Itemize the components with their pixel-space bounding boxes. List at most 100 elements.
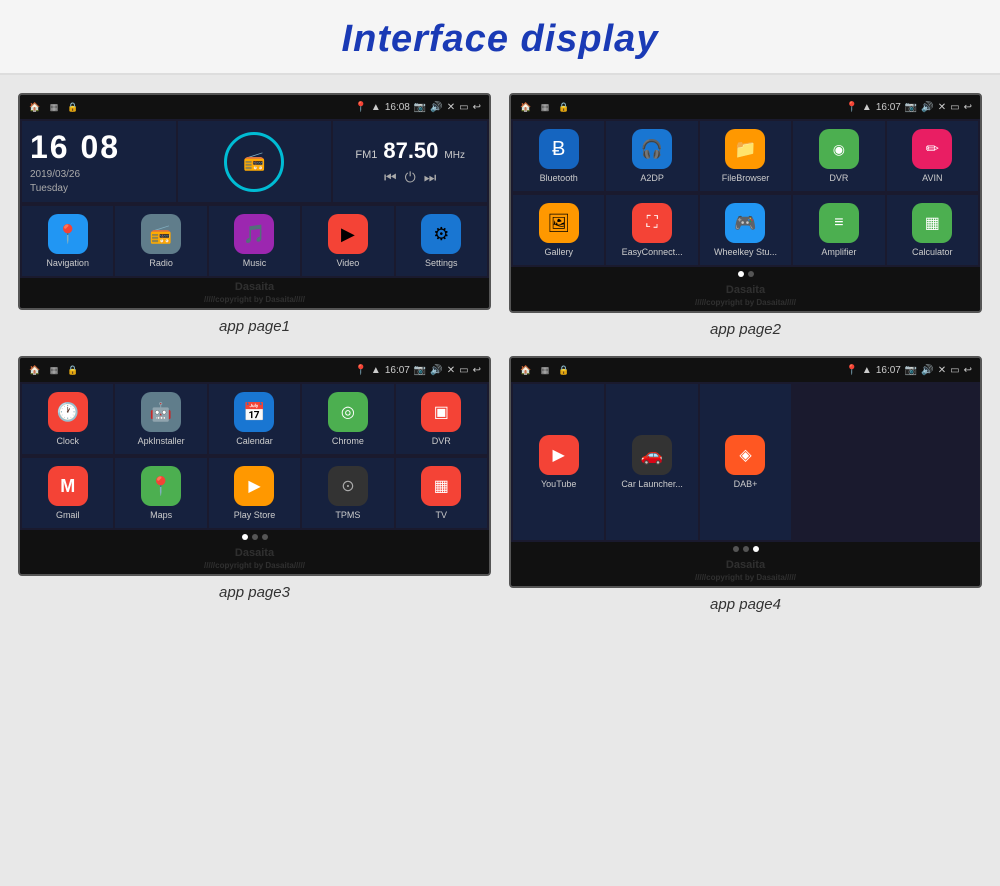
dot-1 [738, 271, 744, 277]
status-bar-1: 🏠 ▦ 🔒 📍 ▲ 16:08 📷 🔊 ✕ ▭ ↩ [20, 95, 489, 119]
volume-icon-4: 🔊 [921, 365, 933, 376]
close-icon: ✕ [447, 102, 455, 113]
app-bluetooth[interactable]: Ƀ Bluetooth [513, 121, 604, 191]
app-gallery[interactable]: 🖼 Gallery [513, 195, 604, 265]
app-chrome[interactable]: ◎ Chrome [302, 384, 393, 454]
dvr-label: DVR [829, 173, 848, 183]
menu-icon-2: ▦ [538, 100, 552, 114]
app-avin[interactable]: ✏ AVIN [887, 121, 978, 191]
android-screen-2: 🏠 ▦ 🔒 📍 ▲ 16:07 📷 🔊 ✕ ▭ ↩ [509, 93, 982, 313]
app-easyconnect[interactable]: ⛶ EasyConnect... [606, 195, 697, 265]
app-radio[interactable]: 📻 Radio [115, 206, 206, 276]
app-calculator[interactable]: ▦ Calculator [887, 195, 978, 265]
android-screen-3: 🏠 ▦ 🔒 📍 ▲ 16:07 📷 🔊 ✕ ▭ ↩ [18, 356, 491, 576]
home-icon[interactable]: 🏠 [28, 100, 42, 114]
app-dab[interactable]: ◈ DAB+ [700, 384, 791, 540]
app-navigation[interactable]: 📍 Navigation [22, 206, 113, 276]
radio-circle: 📻 [224, 132, 284, 192]
app-youtube[interactable]: ▶ YouTube [513, 384, 604, 540]
dot-p3-3 [262, 534, 268, 540]
screen3-label: app page3 [219, 584, 290, 601]
page3-row1: 🕐 Clock 🤖 ApkInstaller 📅 Calendar ◎ [20, 382, 489, 456]
app-wheelkey[interactable]: 🎮 Wheelkey Stu... [700, 195, 791, 265]
radio-icon: 📻 [141, 214, 181, 254]
screen-icon-2: ▭ [950, 102, 959, 113]
app-gmail[interactable]: M Gmail [22, 458, 113, 528]
camera-icon-2: 📷 [905, 102, 917, 113]
chrome-label: Chrome [332, 436, 364, 446]
app-settings[interactable]: ⚙ Settings [396, 206, 487, 276]
app-maps[interactable]: 📍 Maps [115, 458, 206, 528]
apkinstaller-icon: 🤖 [141, 392, 181, 432]
lock-icon-2: 🔒 [557, 100, 571, 114]
location-icon-3: 📍 [354, 365, 366, 376]
status-time: 16:08 [385, 102, 410, 113]
calendar-label: Calendar [236, 436, 273, 446]
app-calendar[interactable]: 📅 Calendar [209, 384, 300, 454]
app-music[interactable]: 🎵 Music [209, 206, 300, 276]
status-bar-4: 🏠 ▦ 🔒 📍 ▲ 16:07 📷 🔊 ✕ ▭ ↩ [511, 358, 980, 382]
status-bar-3: 🏠 ▦ 🔒 📍 ▲ 16:07 📷 🔊 ✕ ▭ ↩ [20, 358, 489, 382]
close-icon-4: ✕ [938, 365, 946, 376]
menu-icon: ▦ [47, 100, 61, 114]
back-icon-4[interactable]: ↩ [964, 365, 972, 376]
prev-prev-button[interactable]: ⏮ [384, 169, 397, 186]
app-carlauncher[interactable]: 🚗 Car Launcher... [606, 384, 697, 540]
fm-info: FM1 87.50 MHz ⏮ ⏻ ⏭ [333, 121, 487, 202]
menu-icon-4: ▦ [538, 363, 552, 377]
app-dvr[interactable]: ◉ DVR [793, 121, 884, 191]
next-next-button[interactable]: ⏭ [424, 169, 437, 186]
tv-label: TV [436, 510, 448, 520]
back-icon-3[interactable]: ↩ [473, 365, 481, 376]
apkinstaller-label: ApkInstaller [138, 436, 185, 446]
status-bar-2: 🏠 ▦ 🔒 📍 ▲ 16:07 📷 🔊 ✕ ▭ ↩ [511, 95, 980, 119]
avin-icon: ✏ [912, 129, 952, 169]
dab-icon: ◈ [725, 435, 765, 475]
video-label: Video [336, 258, 359, 268]
app-video[interactable]: ▶ Video [302, 206, 393, 276]
signal-icon-4: ▲ [862, 365, 872, 376]
app-tv[interactable]: ▦ TV [396, 458, 487, 528]
home-icon-3[interactable]: 🏠 [28, 363, 42, 377]
page2-row2: 🖼 Gallery ⛶ EasyConnect... 🎮 Wheelkey St… [511, 193, 980, 267]
radio-label: Radio [149, 258, 173, 268]
page-title: Interface display [0, 18, 1000, 61]
screen-block-1: 🏠 ▦ 🔒 📍 ▲ 16:08 📷 🔊 ✕ ▭ ↩ [18, 93, 491, 338]
dot-p4-2 [743, 546, 749, 552]
camera-icon-4: 📷 [905, 365, 917, 376]
screen1-content: 16 08 2019/03/26 Tuesday 📻 [20, 119, 489, 308]
back-icon-2[interactable]: ↩ [964, 102, 972, 113]
app-a2dp[interactable]: 🎧 A2DP [606, 121, 697, 191]
current-day: Tuesday [30, 183, 168, 194]
app-playstore[interactable]: ▶ Play Store [209, 458, 300, 528]
tpms-label: TPMS [335, 510, 360, 520]
home-icon-2[interactable]: 🏠 [519, 100, 533, 114]
easyconnect-icon: ⛶ [632, 203, 672, 243]
screen3-content: 🕐 Clock 🤖 ApkInstaller 📅 Calendar ◎ [20, 382, 489, 574]
carlauncher-icon: 🚗 [632, 435, 672, 475]
power-button[interactable]: ⏻ [405, 169, 416, 186]
app-clock[interactable]: 🕐 Clock [22, 384, 113, 454]
page3-row2: M Gmail 📍 Maps ▶ Play Store ⊙ [20, 456, 489, 530]
volume-icon-3: 🔊 [430, 365, 442, 376]
page4-dots [511, 542, 980, 556]
fm-frequency: 87.50 [383, 138, 438, 164]
lock-icon-3: 🔒 [66, 363, 80, 377]
dot-p4-1 [733, 546, 739, 552]
close-icon-2: ✕ [938, 102, 946, 113]
home-icon-4[interactable]: 🏠 [519, 363, 533, 377]
app-tpms[interactable]: ⊙ TPMS [302, 458, 393, 528]
gallery-label: Gallery [544, 247, 573, 257]
watermark-1: Dasaita/////copyright by Dasaita///// [20, 278, 489, 308]
app-dvr2[interactable]: ▣ DVR [396, 384, 487, 454]
page-wrapper: Interface display 🏠 ▦ 🔒 📍 ▲ 16:08 [0, 0, 1000, 623]
avin-label: AVIN [922, 173, 942, 183]
screen-block-3: 🏠 ▦ 🔒 📍 ▲ 16:07 📷 🔊 ✕ ▭ ↩ [18, 356, 491, 613]
navigation-label: Navigation [46, 258, 89, 268]
app-amplifier[interactable]: ≡ Amplifier [793, 195, 884, 265]
app-filebrowser[interactable]: 📁 FileBrowser [700, 121, 791, 191]
back-icon[interactable]: ↩ [473, 102, 481, 113]
dvr2-label: DVR [432, 436, 451, 446]
app-apkinstaller[interactable]: 🤖 ApkInstaller [115, 384, 206, 454]
status-right-info-2: 📍 ▲ 16:07 📷 🔊 ✕ ▭ ↩ [845, 102, 972, 113]
